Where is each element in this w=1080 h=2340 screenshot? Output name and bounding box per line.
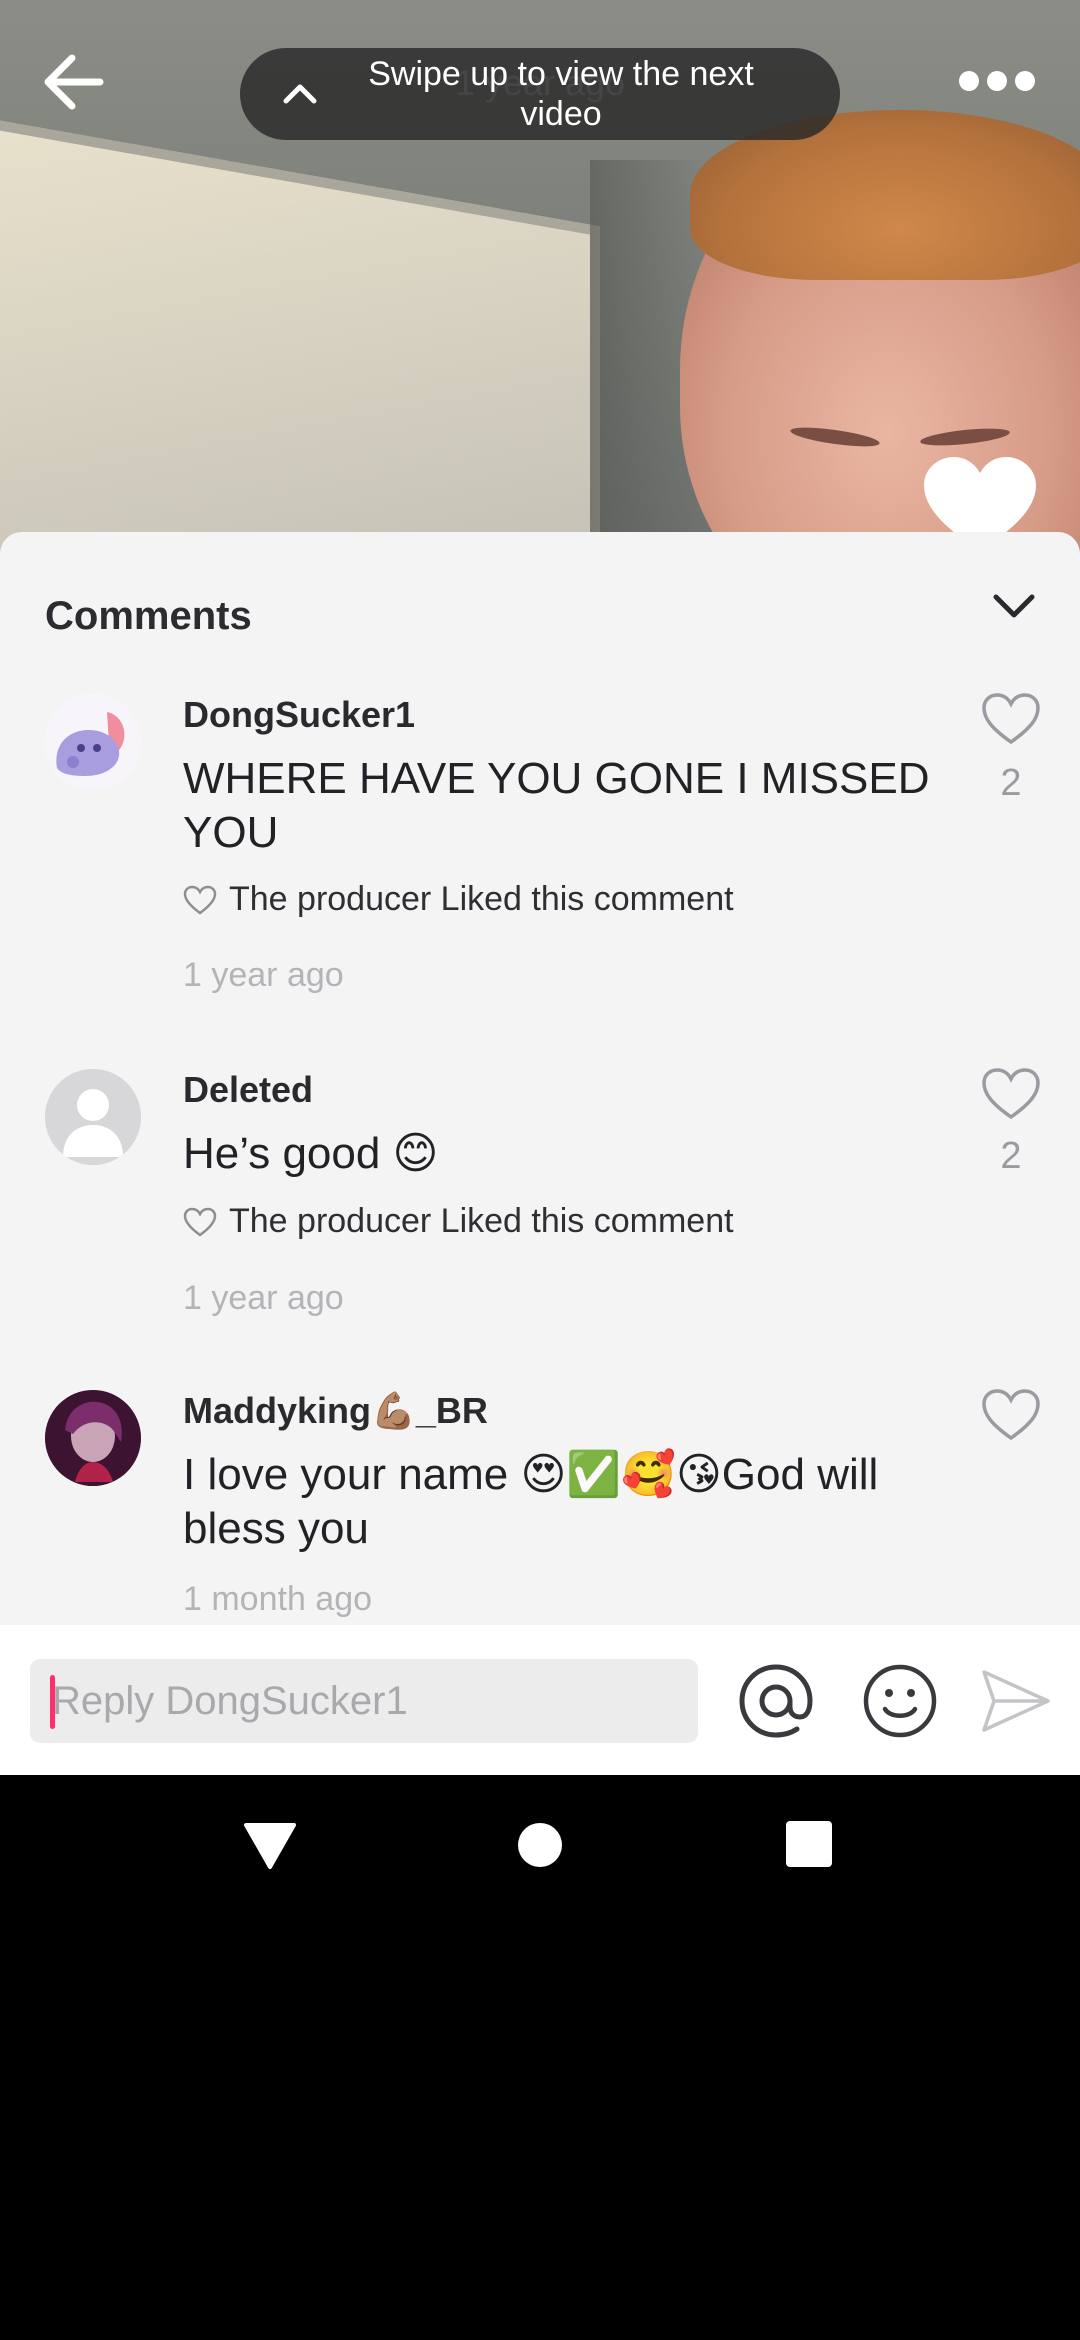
text-cursor [50,1675,55,1729]
chevron-down-icon [993,594,1035,618]
producer-liked-note: The producer Liked this comment [183,880,734,919]
more-horizontal-icon [987,71,1007,91]
avatar[interactable] [45,694,141,790]
smiley-icon [863,1664,937,1738]
comment-like-button[interactable] [978,686,1044,752]
video-frame-wall [0,113,600,560]
comment-like-count: 2 [1000,1135,1022,1177]
system-nav-bar [0,1775,1080,1920]
mention-button[interactable] [736,1661,816,1741]
more-options-button[interactable] [950,56,1044,106]
comment-text: I love your name 😍✅🥰😘God will bless you [183,1450,879,1553]
back-arrow-icon [44,54,104,110]
comment-like-count: 2 [1000,762,1022,804]
swipe-hint-toast: Swipe up to view the next video [240,48,840,140]
comments-sheet[interactable]: Comments DongSucker1 WHERE HAVE YOU GONE… [0,532,1080,1625]
collapse-comments-button[interactable] [980,572,1048,640]
back-button[interactable] [36,46,112,118]
producer-liked-text: The producer Liked this comment [229,1202,734,1240]
comment-text: WHERE HAVE YOU GONE I MISSED YOU [183,754,930,857]
reply-bar [0,1625,1080,1775]
swipe-hint-text: Swipe up to view the next video [368,55,754,133]
heart-outline-icon [982,1389,1040,1441]
heart-outline-icon [183,885,217,915]
producer-liked-text: The producer Liked this comment [229,880,734,918]
comment-text: He’s good 😊 [183,1129,439,1178]
heart-outline-icon [982,1068,1040,1120]
heart-outline-icon [183,1207,217,1237]
heart-outline-icon [982,693,1040,745]
comment-time: 1 year ago [183,956,344,994]
emoji-button[interactable] [860,1661,940,1741]
video-player[interactable]: 1 year ago Swipe up to view the next vid… [0,0,1080,560]
nav-back-icon[interactable] [240,1821,300,1871]
chevron-up-icon [270,74,330,114]
comment-username[interactable]: DongSucker1 [183,694,415,736]
comment-username[interactable]: Maddyking💪🏽_BR [183,1390,488,1432]
producer-liked-note: The producer Liked this comment [183,1202,734,1241]
comment-like-button[interactable] [978,1382,1044,1448]
comment-time: 1 month ago [183,1580,373,1618]
avatar[interactable] [45,1069,141,1165]
nav-recents-icon[interactable] [786,1821,832,1867]
comment-username[interactable]: Deleted [183,1069,313,1111]
comment-like-button[interactable] [978,1061,1044,1127]
comment-time: 1 year ago [183,1279,344,1317]
more-horizontal-icon [1015,71,1035,91]
at-sign-icon [739,1664,813,1738]
reply-input[interactable] [30,1659,698,1743]
nav-home-icon[interactable] [518,1823,562,1867]
video-top-bar: 1 year ago Swipe up to view the next vid… [0,0,1080,160]
comments-title: Comments [45,594,252,638]
more-horizontal-icon [959,71,979,91]
send-button[interactable] [976,1661,1056,1741]
send-icon [982,1670,1050,1732]
avatar[interactable] [45,1390,141,1486]
